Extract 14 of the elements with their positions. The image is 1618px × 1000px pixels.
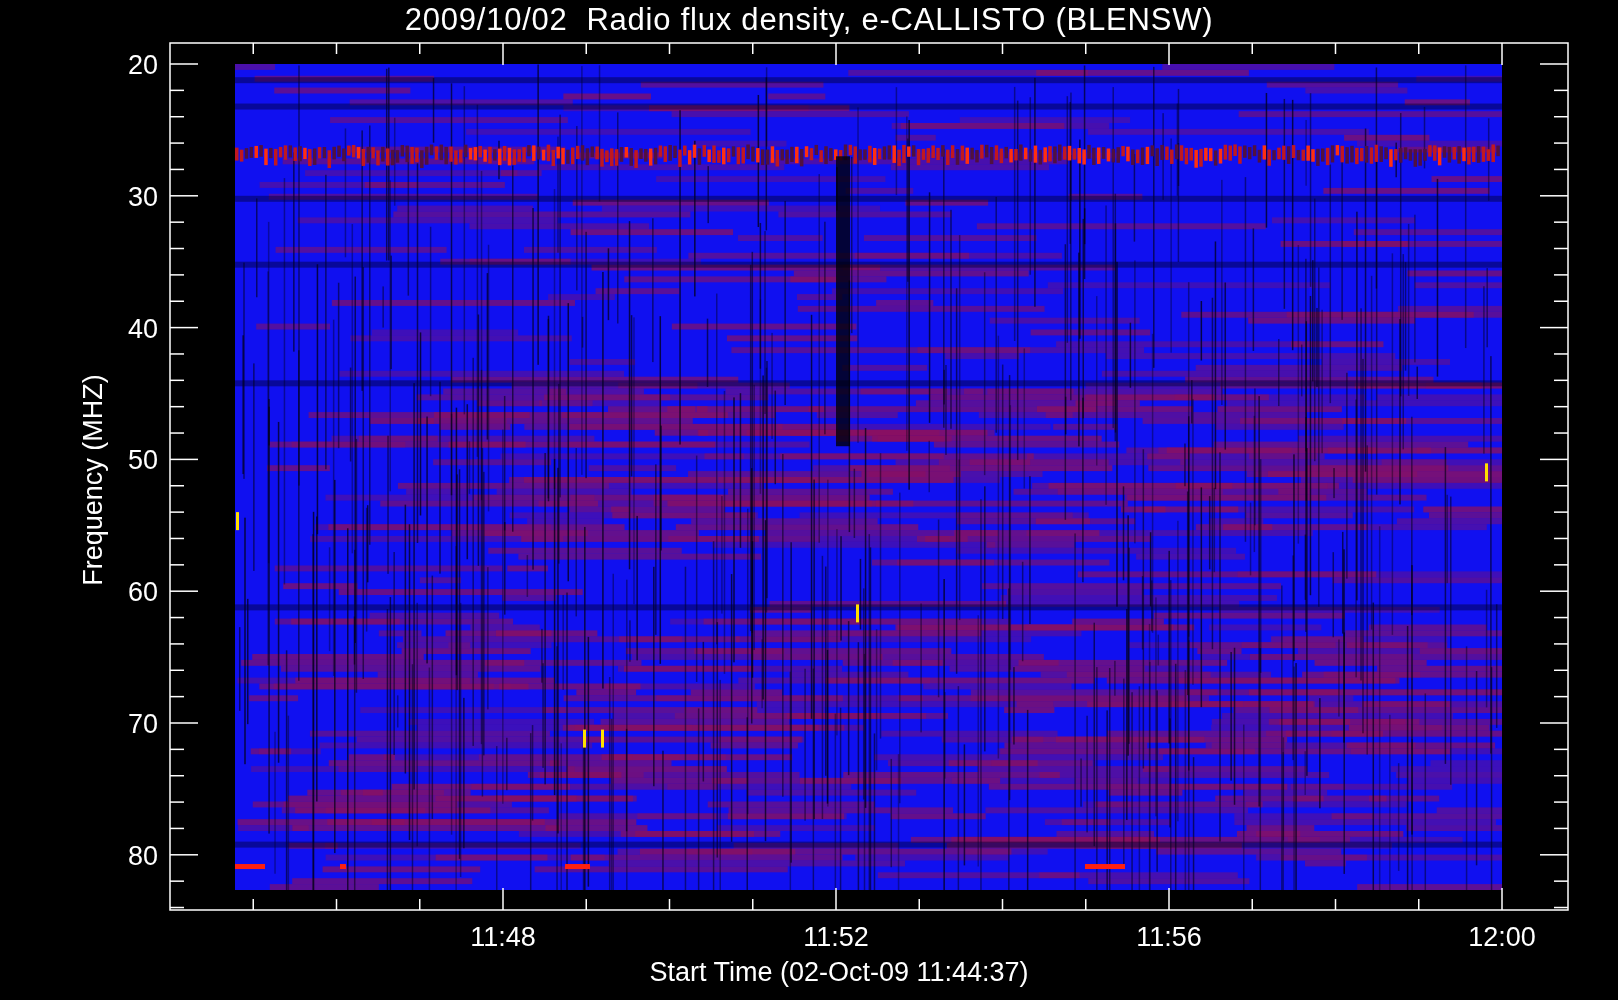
tick-label: 60 <box>127 577 158 608</box>
tick-label: 80 <box>127 840 158 871</box>
tick-label: 11:48 <box>470 922 536 952</box>
axis-label: Start Time (02-Oct-09 11:44:37) <box>649 956 1029 989</box>
tick-label: 70 <box>127 709 158 739</box>
axis-label: Frequency (MHZ) <box>78 374 108 586</box>
tick-label: 11:52 <box>803 922 869 952</box>
tick-label: 12:00 <box>1468 922 1536 952</box>
tick-label: 11:56 <box>1136 922 1202 952</box>
tick-label: 20 <box>127 50 158 80</box>
tick-label: 30 <box>127 181 158 212</box>
tick-label: 40 <box>127 313 158 344</box>
tick-label: 50 <box>127 445 158 476</box>
chart-title: 2009/10/02 Radio flux density, e-CALLISTO (BLENSW) <box>404 1 1214 39</box>
